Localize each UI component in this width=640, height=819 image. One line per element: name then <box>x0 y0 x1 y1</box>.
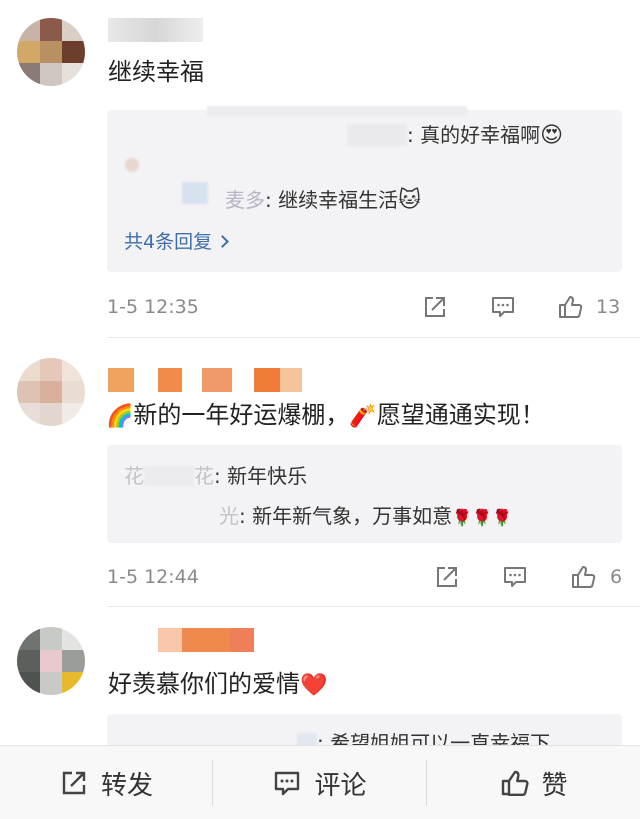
comment-label: 评论 <box>314 770 367 801</box>
share-icon <box>62 771 86 795</box>
like-count: 13 <box>596 296 621 318</box>
repost-button[interactable]: 转发 <box>0 746 212 819</box>
divider <box>107 606 640 607</box>
avatar[interactable] <box>17 627 85 695</box>
reply-box[interactable]: : 真的好幸福啊😍 麦多: 继续幸福生活🐱 共4条回复 <box>107 106 622 272</box>
chevron-right-icon <box>216 235 229 248</box>
thumbs-up-icon <box>502 770 530 796</box>
reply-box[interactable]: 花花: 新年快乐 光: 新年新气象，万事如意🌹🌹🌹 <box>107 445 622 543</box>
share-icon[interactable] <box>422 294 448 320</box>
more-replies-link[interactable]: 共4条回复 <box>124 228 229 256</box>
comment-text: 🌈新的一年好运爆棚，🧨愿望通通实现！ <box>106 401 545 429</box>
comment-time: 1-5 12:44 <box>107 566 199 588</box>
thumbs-up-icon[interactable] <box>557 294 583 320</box>
comment-meta: 1-5 12:35 13 <box>107 292 627 322</box>
like-count: 6 <box>610 566 623 588</box>
reply-item[interactable]: 光: 新年新气象，万事如意🌹🌹🌹 <box>219 501 512 533</box>
avatar[interactable] <box>17 18 85 86</box>
reply-item[interactable]: 麦多: 继续幸福生活🐱 <box>225 185 421 216</box>
thumbs-up-icon[interactable] <box>570 564 596 590</box>
reply-item[interactable]: : 希望姐姐可以一直幸福下 <box>297 728 550 745</box>
comment-time: 1-5 12:35 <box>107 296 199 318</box>
comment-meta: 1-5 12:44 6 <box>107 562 627 592</box>
username-blurred[interactable] <box>108 368 302 392</box>
reply-item[interactable]: : 真的好幸福啊😍 <box>347 120 563 151</box>
like-button[interactable]: 赞 <box>427 746 640 819</box>
share-icon[interactable] <box>434 564 460 590</box>
username-blurred[interactable] <box>108 18 203 42</box>
repost-label: 转发 <box>100 770 153 801</box>
comment-icon <box>275 771 300 796</box>
avatar[interactable] <box>17 358 85 426</box>
like-label: 赞 <box>541 770 568 801</box>
comment-icon[interactable] <box>502 564 528 590</box>
bottom-action-bar: 转发 评论 赞 <box>0 745 640 819</box>
comment-text: 继续幸福 <box>108 58 204 86</box>
comment-icon[interactable] <box>490 294 516 320</box>
comment-button[interactable]: 评论 <box>213 746 426 819</box>
reply-box[interactable]: : 希望姐姐可以一直幸福下 <box>107 714 622 745</box>
username-blurred[interactable] <box>158 628 254 652</box>
comment-text: 好羡慕你们的爱情❤️ <box>108 670 328 698</box>
divider <box>107 337 640 338</box>
reply-item[interactable]: 花花: 新年快乐 <box>124 461 307 491</box>
